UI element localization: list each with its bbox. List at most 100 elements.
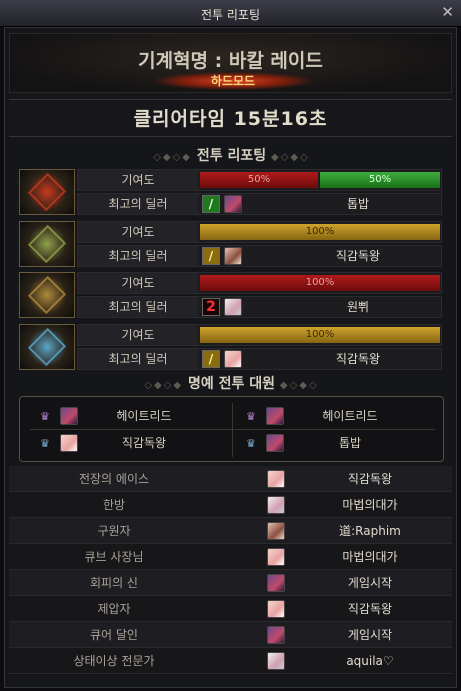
award-row: 큐브 사장님 마법의대가	[9, 544, 452, 570]
character-avatar	[267, 652, 285, 670]
crown-icon: ♛	[40, 410, 50, 423]
contribution-row: 기여도 100%	[77, 324, 442, 346]
character-avatar	[224, 195, 242, 213]
boss-emblem	[27, 172, 67, 212]
honor-divider	[30, 429, 435, 430]
character-avatar	[224, 350, 242, 368]
award-player[interactable]: aquila♡	[305, 648, 435, 674]
award-player[interactable]: 직감독왕	[305, 466, 435, 492]
report-panel: 기계혁명 : 바칼 레이드 하드모드 클리어타임 15분16초 ◇◆◇◆ 전투 …	[4, 27, 457, 688]
honor-member[interactable]: ♛ 헤이트리드	[236, 403, 434, 429]
raid-row: 기여도 100% 최고의 딜러 2 원쀠	[19, 272, 442, 318]
honor-member[interactable]: ♛ 헤이트리드	[30, 403, 228, 429]
contribution-label: 기여도	[78, 170, 198, 190]
best-dealer-name[interactable]: 톱밥	[308, 194, 408, 214]
award-row: 전장의 에이스 직감독왕	[9, 466, 452, 492]
contribution-label: 기여도	[78, 222, 198, 242]
award-player[interactable]: 직감독왕	[305, 596, 435, 622]
honor-members: ♛ 헤이트리드 ♛ 헤이트리드 ♛ 직감독왕 ♛ 톱밥	[19, 396, 444, 462]
best-dealer-row: 최고의 딜러 / 직감독왕	[77, 245, 442, 267]
best-dealer-name[interactable]: 직감독왕	[308, 349, 408, 369]
best-dealer-name[interactable]: 원쀠	[308, 297, 408, 317]
award-row: 제압자 직감독왕	[9, 596, 452, 622]
award-player[interactable]: 게임시작	[305, 622, 435, 648]
battle-report-heading: ◇◆◇◆ 전투 리포팅 ◆◇◆◇	[5, 145, 458, 165]
best-dealer-row: 최고의 딜러 / 직감독왕	[77, 348, 442, 370]
award-list: 전장의 에이스 직감독왕 한방 마법의대가 구원자 道:Raphim 큐브 사장님 마법의대가…	[9, 466, 452, 674]
crown-icon: ♛	[246, 437, 256, 450]
boss-emblem	[27, 327, 67, 367]
best-dealer-row: 최고의 딜러 2 원쀠	[77, 296, 442, 318]
best-dealer-name[interactable]: 직감독왕	[308, 246, 408, 266]
award-title: 상태이상 전문가	[73, 654, 155, 668]
rank-badge-icon: 2	[202, 298, 220, 316]
honor-member[interactable]: ♛ 직감독왕	[30, 430, 228, 456]
honor-divider	[232, 403, 233, 457]
rank-badge-icon: /	[202, 195, 220, 213]
character-avatar	[267, 522, 285, 540]
award-player[interactable]: 道:Raphim	[305, 518, 435, 544]
character-avatar	[267, 470, 285, 488]
award-row: 구원자 道:Raphim	[9, 518, 452, 544]
best-dealer-label: 최고의 딜러	[78, 194, 198, 214]
award-row: 회피의 신 게임시작	[9, 570, 452, 596]
contribution-bar: 100%	[200, 224, 440, 240]
forest-boss-icon	[19, 221, 75, 267]
character-avatar	[267, 626, 285, 644]
award-player[interactable]: 마법의대가	[305, 492, 435, 518]
crown-icon: ♛	[246, 410, 256, 423]
honor-title: 명예 전투 대원	[187, 376, 276, 392]
clear-time: 클리어타임 15분16초	[9, 99, 452, 137]
award-title: 큐어 달인	[90, 628, 138, 642]
contribution-row: 기여도 100%	[77, 272, 442, 294]
award-title: 구원자	[97, 524, 131, 538]
character-avatar	[266, 434, 284, 452]
title-bar[interactable]: 전투 리포팅 ✕	[0, 0, 461, 27]
character-avatar	[266, 407, 284, 425]
character-avatar	[267, 548, 285, 566]
award-title: 제압자	[97, 602, 131, 616]
character-avatar	[60, 407, 78, 425]
close-icon[interactable]: ✕	[441, 3, 454, 21]
contribution-label: 기여도	[78, 273, 198, 293]
ornament-right: ◆◇◆◇	[279, 380, 319, 391]
ice-boss-icon	[19, 324, 75, 370]
contribution-bar: 50%	[200, 172, 318, 188]
contribution-bar: 100%	[200, 275, 440, 291]
raid-name: 기계혁명 : 바칼 레이드	[138, 50, 323, 72]
boss-emblem	[27, 275, 67, 315]
ornament-right: ◆◇◆◇	[271, 152, 310, 163]
honor-member[interactable]: ♛ 톱밥	[236, 430, 434, 456]
character-avatar	[267, 574, 285, 592]
crown-icon: ♛	[40, 437, 50, 450]
honor-member-name: 톱밥	[338, 436, 362, 450]
award-player[interactable]: 게임시작	[305, 570, 435, 596]
award-player[interactable]: 마법의대가	[305, 544, 435, 570]
ornament-left: ◇◆◇◆	[144, 380, 184, 391]
honor-member-name: 헤이트리드	[116, 409, 172, 423]
difficulty-badge: 하드모드	[153, 72, 313, 90]
award-row: 한방 마법의대가	[9, 492, 452, 518]
best-dealer-label: 최고의 딜러	[78, 349, 198, 369]
raid-row: 기여도 100% 최고의 딜러 / 직감독왕	[19, 324, 442, 370]
fire-boss-icon	[19, 169, 75, 215]
honor-member-name: 직감독왕	[121, 436, 167, 450]
character-avatar	[267, 600, 285, 618]
rank-badge-icon: /	[202, 350, 220, 368]
award-title: 전장의 에이스	[78, 472, 150, 486]
contribution-bar: 100%	[200, 327, 440, 343]
award-title: 회피의 신	[90, 576, 138, 590]
character-avatar	[224, 298, 242, 316]
gold-boss-icon	[19, 272, 75, 318]
raid-row: 기여도 100% 최고의 딜러 / 직감독왕	[19, 221, 442, 267]
raid-header: 기계혁명 : 바칼 레이드 하드모드	[9, 33, 452, 93]
contribution-label: 기여도	[78, 325, 198, 345]
raid-row: 기여도 50% 50% 최고의 딜러 / 톱밥	[19, 169, 442, 215]
honor-member-name: 헤이트리드	[322, 409, 378, 423]
honor-heading: ◇◆◇◆ 명예 전투 대원 ◆◇◆◇	[5, 373, 458, 393]
contribution-bar: 50%	[320, 172, 440, 188]
window-title: 전투 리포팅	[200, 8, 260, 22]
ornament-left: ◇◆◇◆	[153, 152, 192, 163]
award-row: 큐어 달인 게임시작	[9, 622, 452, 648]
character-avatar	[224, 247, 242, 265]
